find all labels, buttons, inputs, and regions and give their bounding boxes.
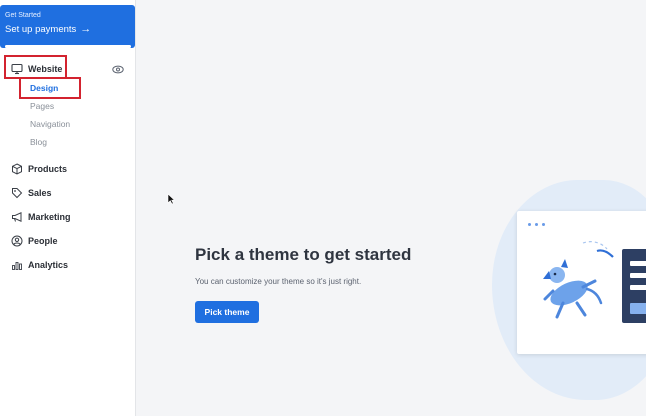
dot (535, 223, 538, 226)
sidebar-subitem-blog[interactable]: Blog (30, 137, 47, 147)
sidebar-item-people[interactable]: People (11, 235, 58, 247)
sidebar-item-analytics[interactable]: Analytics (11, 259, 68, 271)
box-icon (12, 163, 22, 175)
preview-text-line (630, 261, 646, 266)
sidebar-item-analytics-label: Analytics (28, 260, 69, 270)
theme-preview-panel (622, 249, 646, 323)
page-subtitle: You can customize your theme so it's jus… (195, 277, 362, 286)
megaphone-icon (12, 212, 22, 222)
preview-text-line (630, 273, 646, 278)
tag-icon (12, 188, 23, 199)
highlight-box-website (4, 55, 67, 79)
sidebar-item-sales-label: Sales (28, 188, 52, 198)
get-started-title[interactable]: Set up payments → (5, 23, 92, 36)
dog-frisbee-illustration (543, 241, 614, 319)
person-circle-icon (11, 235, 23, 247)
sidebar-item-products[interactable]: Products (11, 163, 67, 175)
sidebar: Get Started Set up payments → Website De… (0, 0, 136, 416)
preview-button-shape (630, 303, 646, 314)
sidebar-item-products-label: Products (28, 164, 68, 174)
mouse-cursor-icon (167, 193, 175, 205)
get-started-progress-track (5, 45, 131, 48)
dot (528, 223, 531, 226)
dot (542, 223, 545, 226)
sidebar-item-marketing[interactable]: Marketing (11, 211, 71, 223)
preview-text-line (630, 285, 646, 290)
theme-illustration-card (517, 211, 646, 354)
arrow-right-icon: → (80, 23, 92, 35)
sidebar-item-marketing-label: Marketing (28, 212, 71, 222)
highlight-box-design (19, 77, 81, 99)
pick-theme-button[interactable]: Pick theme (195, 301, 259, 323)
sidebar-item-sales[interactable]: Sales (11, 187, 52, 199)
sidebar-item-people-label: People (28, 236, 58, 246)
eye-icon[interactable] (112, 65, 124, 74)
page-title: Pick a theme to get started (195, 245, 412, 264)
window-dots (528, 223, 545, 226)
get-started-progress-fill (5, 45, 131, 48)
get-started-label: Get Started (5, 12, 41, 19)
sidebar-subitem-navigation[interactable]: Navigation (30, 119, 70, 129)
get-started-card[interactable]: Get Started Set up payments → (0, 5, 135, 48)
get-started-title-text: Set up payments (5, 24, 77, 35)
sidebar-subitem-pages[interactable]: Pages (30, 101, 54, 111)
bar-chart-icon (12, 262, 22, 270)
